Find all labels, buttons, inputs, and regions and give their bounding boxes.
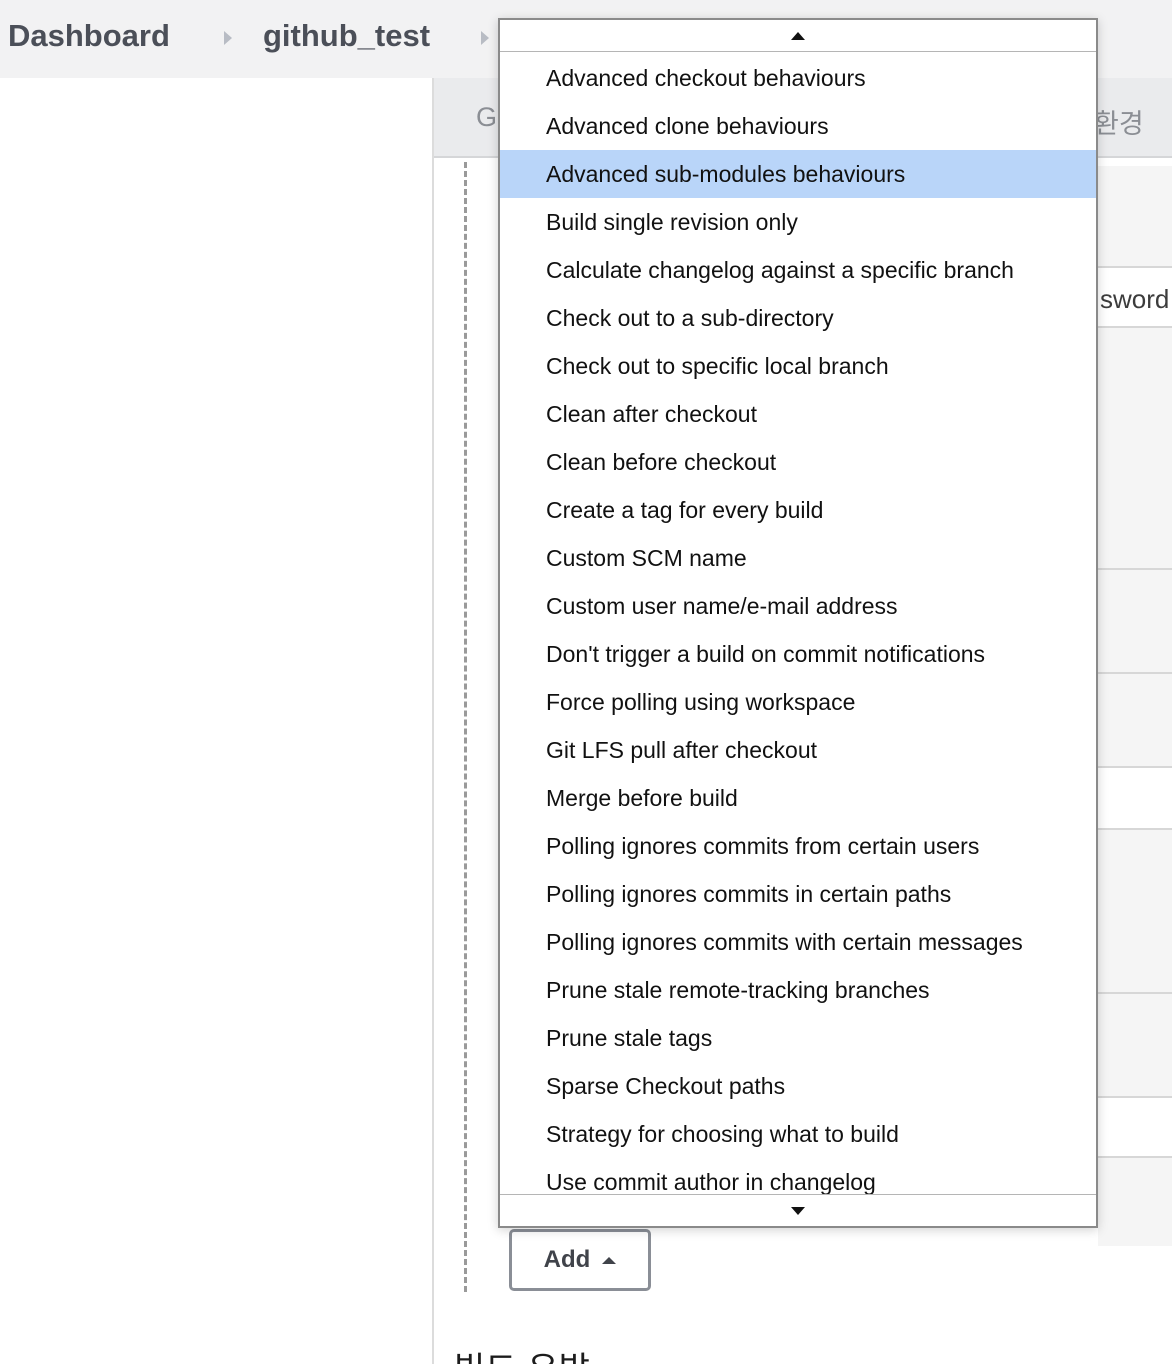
dropdown-option[interactable]: Calculate changelog against a specific b… <box>500 246 1096 294</box>
additional-behaviours-dropdown[interactable]: Advanced checkout behaviours Advanced clo… <box>498 18 1098 1228</box>
dropdown-option[interactable]: Don't trigger a build on commit notifica… <box>500 630 1096 678</box>
dropdown-option[interactable]: Clean after checkout <box>500 390 1096 438</box>
dropdown-option[interactable]: Advanced checkout behaviours <box>500 54 1096 102</box>
dropdown-option[interactable]: Prune stale remote-tracking branches <box>500 966 1096 1014</box>
breadcrumb-job-link[interactable]: github_test <box>263 18 430 54</box>
dropdown-option[interactable]: Custom SCM name <box>500 534 1096 582</box>
dropdown-option[interactable]: Git LFS pull after checkout <box>500 726 1096 774</box>
form-input-field[interactable] <box>1098 1096 1172 1158</box>
dropdown-option[interactable]: Create a tag for every build <box>500 486 1096 534</box>
credentials-password-text: sword <box>1100 284 1170 314</box>
tab-general[interactable]: G <box>476 102 497 133</box>
dropdown-option[interactable]: Sparse Checkout paths <box>500 1062 1096 1110</box>
tab-build-environment[interactable]: 환경 <box>1094 102 1144 141</box>
scroll-down-button[interactable] <box>500 1194 1096 1226</box>
jenkins-config-page: Dashboard github_test G 환경 sword Add 빌드 … <box>0 0 1172 1364</box>
chevron-right-icon <box>224 31 232 45</box>
dropdown-options-list: Advanced checkout behaviours Advanced clo… <box>500 54 1096 1194</box>
dropdown-option[interactable]: Clean before checkout <box>500 438 1096 486</box>
dropdown-option[interactable]: Force polling using workspace <box>500 678 1096 726</box>
arrow-down-icon <box>791 1207 805 1215</box>
dropdown-option[interactable]: Advanced sub-modules behaviours <box>500 150 1096 198</box>
divider <box>1098 672 1172 674</box>
section-dashed-border <box>464 162 467 1292</box>
dropdown-option[interactable]: Polling ignores commits from certain use… <box>500 822 1096 870</box>
arrow-up-icon <box>791 32 805 40</box>
dropdown-option[interactable]: Polling ignores commits in certain paths <box>500 870 1096 918</box>
dropdown-option[interactable]: Check out to specific local branch <box>500 342 1096 390</box>
scroll-up-button[interactable] <box>500 20 1096 52</box>
dropdown-option[interactable]: Custom user name/e-mail address <box>500 582 1096 630</box>
form-input-field[interactable] <box>1098 766 1172 830</box>
chevron-right-icon[interactable] <box>481 31 489 45</box>
form-right-strip <box>1098 166 1172 1246</box>
dropdown-option[interactable]: Build single revision only <box>500 198 1096 246</box>
dropdown-option[interactable]: Merge before build <box>500 774 1096 822</box>
add-button-label: Add <box>543 1246 591 1273</box>
dropdown-option[interactable]: Advanced clone behaviours <box>500 102 1096 150</box>
caret-up-icon <box>602 1256 617 1264</box>
dropdown-option[interactable]: Use commit author in changelog <box>500 1158 1096 1194</box>
breadcrumb-dashboard-link[interactable]: Dashboard <box>8 18 170 54</box>
divider <box>1098 992 1172 994</box>
dropdown-option[interactable]: Check out to a sub-directory <box>500 294 1096 342</box>
dropdown-option[interactable]: Strategy for choosing what to build <box>500 1110 1096 1158</box>
dropdown-option[interactable]: Prune stale tags <box>500 1014 1096 1062</box>
add-button[interactable]: Add <box>509 1229 651 1291</box>
dropdown-option[interactable]: Polling ignores commits with certain mes… <box>500 918 1096 966</box>
divider <box>1098 568 1172 570</box>
build-triggers-heading: 빌드 유발 <box>454 1342 590 1364</box>
